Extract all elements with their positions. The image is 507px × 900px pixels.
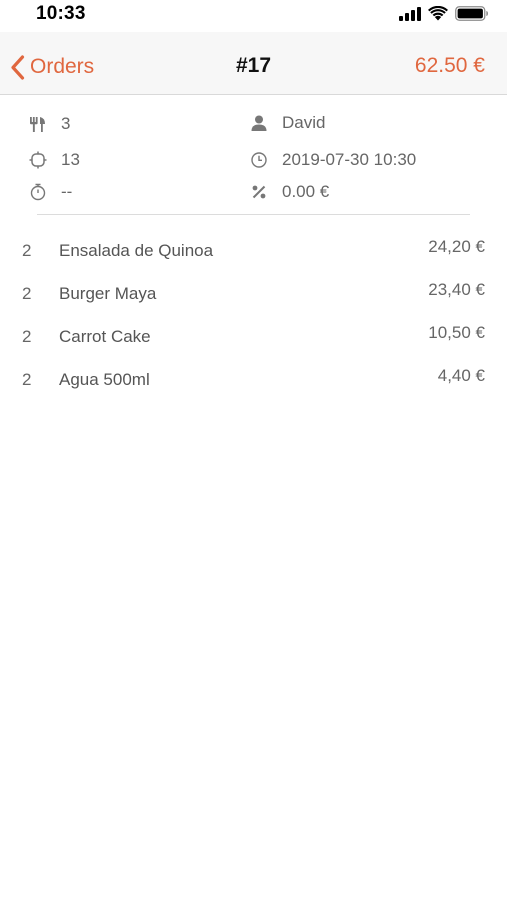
status-time: 10:33 [36, 3, 86, 24]
order-total: 62.50 € [414, 54, 485, 77]
info-covers: 3 [29, 112, 70, 136]
wifi-icon [428, 6, 448, 21]
item-name: Ensalada de Quinoa [59, 241, 214, 260]
status-bar: 10:33 [0, 0, 507, 32]
item-name: Burger Maya [59, 284, 157, 303]
info-waiter: David [250, 111, 325, 135]
item-quantity: 2 [22, 370, 32, 389]
clock-icon [250, 151, 268, 169]
item-price: 23,40 € [428, 280, 485, 299]
info-datetime: 2019-07-30 10:30 [250, 148, 416, 172]
percent-icon [250, 183, 268, 201]
cellular-signal-icon [399, 6, 421, 21]
person-icon [250, 114, 268, 132]
order-info: 3 David 13 2019-07-30 10:30 -- 0.00 € [0, 95, 507, 215]
timer-icon [29, 183, 47, 201]
duration-value: -- [61, 182, 73, 201]
item-name: Carrot Cake [59, 327, 151, 346]
item-name: Agua 500ml [59, 370, 150, 389]
waiter-value: David [282, 113, 326, 132]
navigation-bar: Orders #17 62.50 € [0, 32, 507, 95]
item-price: 24,20 € [428, 237, 485, 256]
info-discount: 0.00 € [250, 180, 329, 204]
item-price: 10,50 € [428, 323, 485, 342]
datetime-value: 2019-07-30 10:30 [282, 150, 417, 169]
item-quantity: 2 [22, 284, 32, 303]
list-item[interactable]: 2 Ensalada de Quinoa 24,20 € [0, 230, 507, 273]
info-duration: -- [29, 180, 72, 204]
item-quantity: 2 [22, 241, 32, 260]
status-icons [399, 6, 489, 21]
order-detail-screen: 10:33 Orders #17 62.50 € 3 David 13 2019… [0, 0, 507, 900]
table-value: 13 [61, 150, 80, 169]
item-price: 4,40 € [437, 366, 485, 385]
covers-value: 3 [61, 114, 71, 133]
list-item[interactable]: 2 Carrot Cake 10,50 € [0, 316, 507, 359]
list-item[interactable]: 2 Agua 500ml 4,40 € [0, 359, 507, 402]
item-quantity: 2 [22, 327, 32, 346]
order-items-list: 2 Ensalada de Quinoa 24,20 € 2 Burger Ma… [0, 230, 507, 402]
table-icon [29, 151, 47, 169]
cutlery-icon [29, 115, 47, 133]
battery-icon [455, 6, 489, 21]
section-divider [37, 214, 470, 215]
info-table: 13 [29, 148, 80, 172]
list-item[interactable]: 2 Burger Maya 23,40 € [0, 273, 507, 316]
discount-value: 0.00 € [282, 182, 330, 201]
